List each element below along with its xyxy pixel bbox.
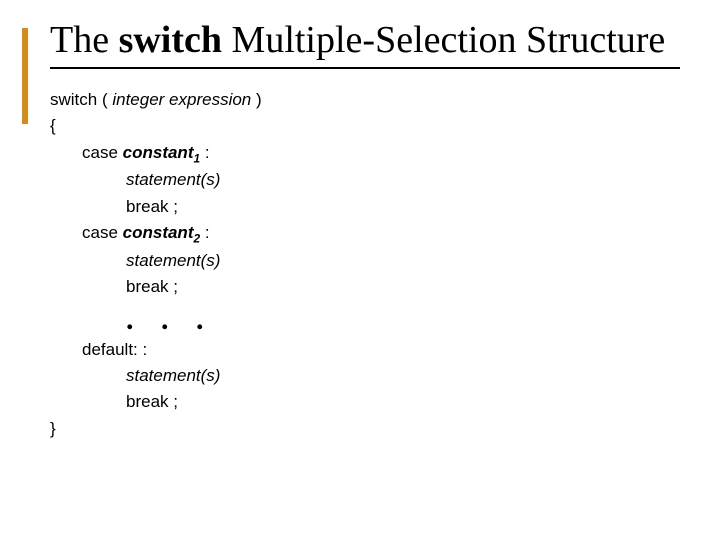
code-line: case constant1 : bbox=[82, 140, 680, 168]
code-text: : bbox=[200, 143, 209, 162]
code-line: statement(s) bbox=[126, 167, 680, 193]
code-line: default: : bbox=[82, 337, 680, 363]
code-text-bolditalic: constant bbox=[123, 143, 194, 162]
title-keyword: switch bbox=[119, 19, 222, 61]
code-text: : bbox=[200, 223, 209, 242]
slide: The switch Multiple-Selection Structure … bbox=[0, 0, 720, 540]
code-line: { bbox=[50, 113, 680, 139]
code-text-bolditalic: constant bbox=[123, 223, 194, 242]
code-text: switch ( bbox=[50, 90, 112, 109]
code-line: statement(s) bbox=[126, 363, 680, 389]
code-text: ) bbox=[251, 90, 261, 109]
code-line: break ; bbox=[126, 194, 680, 220]
ellipsis: . . . bbox=[126, 305, 680, 335]
title-underline bbox=[50, 67, 680, 69]
code-line: case constant2 : bbox=[82, 220, 680, 248]
title-pre: The bbox=[50, 19, 119, 61]
code-text: case bbox=[82, 143, 123, 162]
code-line: } bbox=[50, 416, 680, 442]
code-line: break ; bbox=[126, 274, 680, 300]
slide-title: The switch Multiple-Selection Structure bbox=[50, 18, 680, 63]
accent-bar bbox=[22, 28, 28, 124]
code-text-italic: integer expression bbox=[112, 90, 251, 109]
title-post: Multiple-Selection Structure bbox=[222, 19, 665, 61]
code-line: statement(s) bbox=[126, 248, 680, 274]
code-line: break ; bbox=[126, 389, 680, 415]
code-block: switch ( integer expression ) { case con… bbox=[50, 87, 680, 442]
code-line: switch ( integer expression ) bbox=[50, 87, 680, 113]
code-text: case bbox=[82, 223, 123, 242]
